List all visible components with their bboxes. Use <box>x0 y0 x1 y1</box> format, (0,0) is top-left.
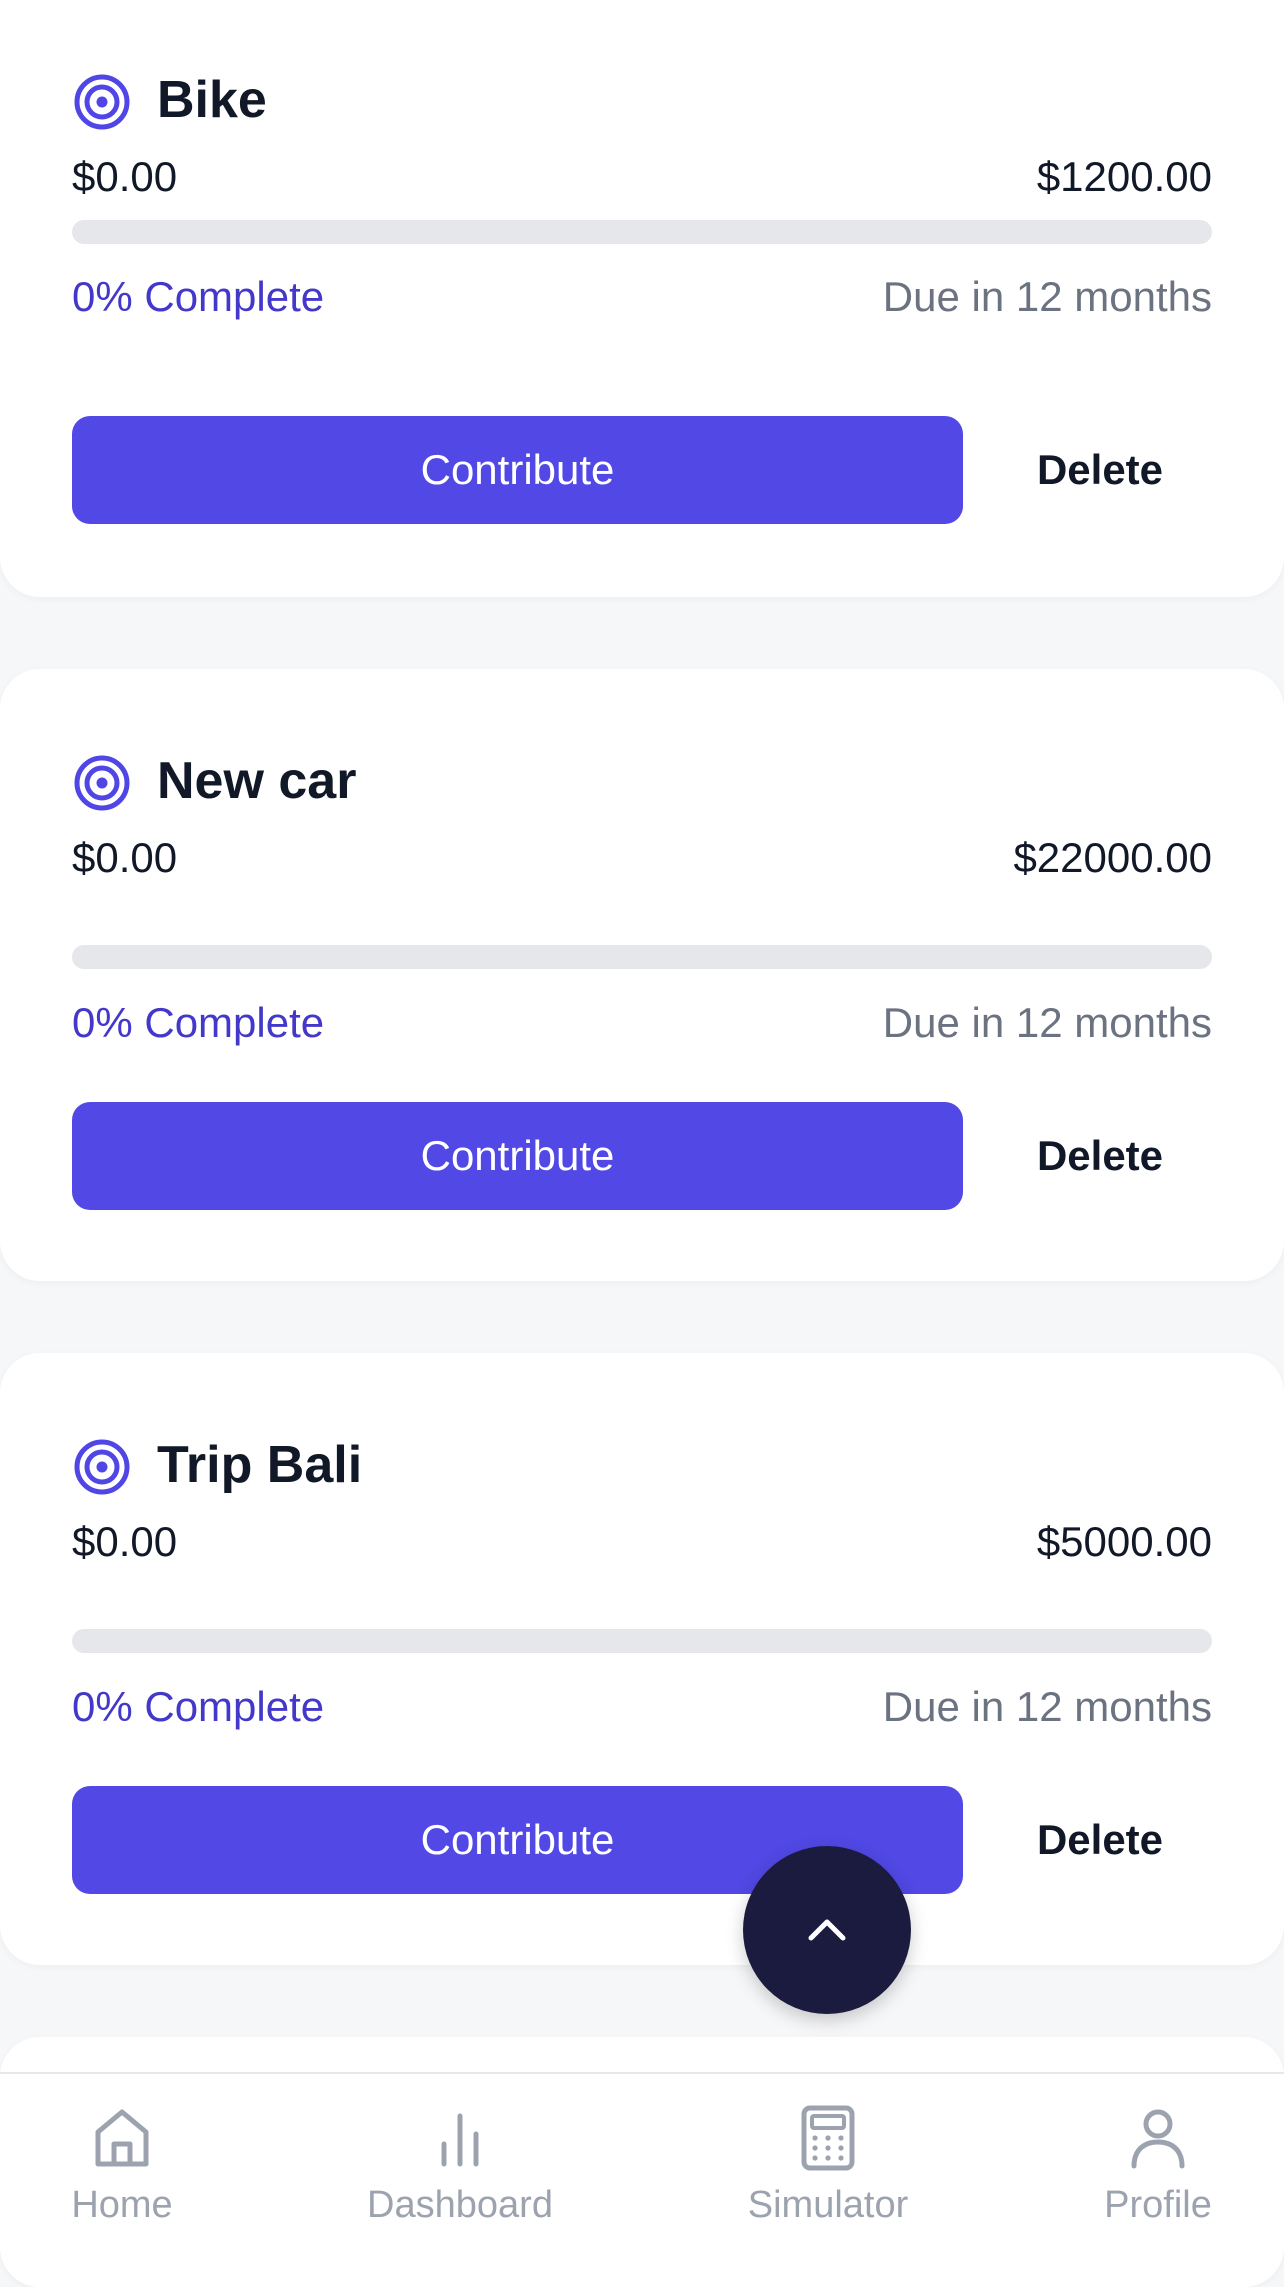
nav-item-home[interactable]: Home <box>42 2074 202 2231</box>
goal-title: New car <box>157 752 357 810</box>
percent-complete: 0% Complete <box>72 273 325 320</box>
due-date: Due in 12 months <box>882 999 1212 1046</box>
target-amount: $5000.00 <box>1036 1518 1212 1565</box>
target-icon <box>74 1439 130 1495</box>
goal-card: New car $0.00 $22000.00 0% Complete Due … <box>0 669 1284 1281</box>
progress-bar <box>72 1629 1212 1653</box>
due-date: Due in 12 months <box>882 273 1212 320</box>
current-amount: $0.00 <box>72 153 178 200</box>
percent-complete: 0% Complete <box>72 999 325 1046</box>
due-date: Due in 12 months <box>882 1683 1212 1730</box>
target-icon <box>74 74 130 130</box>
goal-title: Trip Bali <box>157 1436 363 1494</box>
scroll-top-button[interactable] <box>743 1846 911 2014</box>
delete-button[interactable]: Delete <box>990 416 1210 524</box>
nav-label: Profile <box>1104 2184 1212 2226</box>
delete-button[interactable]: Delete <box>990 1786 1210 1894</box>
goal-card: Trip Bali $0.00 $5000.00 0% Complete Due… <box>0 1353 1284 1965</box>
nav-label: Simulator <box>747 2184 909 2226</box>
home-icon <box>95 2109 149 2167</box>
calculator-icon <box>801 2105 855 2171</box>
bottom-navigation: Home Dashboard Simulator Profile <box>0 2072 1284 2231</box>
nav-item-simulator[interactable]: Simulator <box>733 2074 923 2231</box>
target-icon <box>74 755 130 811</box>
goal-title: Bike <box>157 71 267 129</box>
current-amount: $0.00 <box>72 834 178 881</box>
delete-button[interactable]: Delete <box>990 1102 1210 1210</box>
chevron-up-icon <box>808 1919 846 1941</box>
nav-label: Home <box>71 2184 173 2226</box>
current-amount: $0.00 <box>72 1518 178 1565</box>
nav-item-dashboard[interactable]: Dashboard <box>355 2074 565 2231</box>
progress-bar <box>72 945 1212 969</box>
target-amount: $22000.00 <box>1013 834 1212 881</box>
progress-bar <box>72 220 1212 244</box>
percent-complete: 0% Complete <box>72 1683 325 1730</box>
contribute-button[interactable]: Contribute <box>72 1102 963 1210</box>
user-icon <box>1131 2109 1185 2169</box>
nav-item-profile[interactable]: Profile <box>1078 2074 1238 2231</box>
nav-label: Dashboard <box>367 2184 553 2226</box>
bar-chart-icon <box>441 2113 479 2167</box>
target-amount: $1200.00 <box>1036 153 1212 200</box>
goal-card: Bike $0.00 $1200.00 0% Complete Due in 1… <box>0 0 1284 597</box>
contribute-button[interactable]: Contribute <box>72 416 963 524</box>
